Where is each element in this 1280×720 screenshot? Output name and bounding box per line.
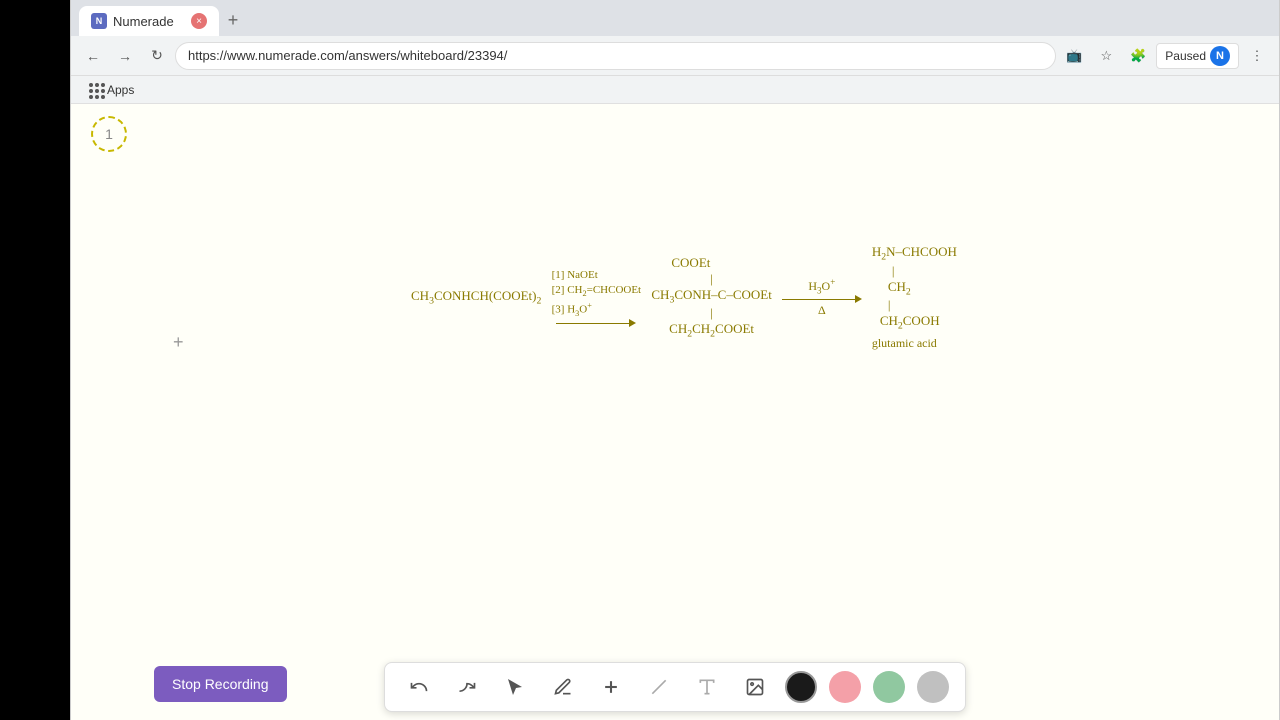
apps-icon (89, 83, 103, 97)
product-structure: H2N–CHCOOH | CH2 | CH2COOH glutamic acid (872, 244, 957, 351)
left-black-bar (0, 0, 70, 720)
intermediate-structure: COOEt | CH3CONH–C–COOEt | CH2CH2COOEt (651, 255, 771, 340)
color-pink[interactable] (829, 671, 861, 703)
page-number-indicator: 1 (91, 116, 127, 152)
add-element-button[interactable] (593, 669, 629, 705)
paused-label: Paused (1165, 49, 1206, 63)
menu-icon[interactable]: ⋮ (1243, 42, 1271, 70)
forward-button[interactable]: → (111, 42, 139, 70)
tab-bar: N Numerade × + (71, 0, 1279, 36)
reaction-diagram: CH3CONHCH(COOEt)2 [1] NaOEt [2] CH2=CHCO… (411, 244, 957, 351)
color-black[interactable] (785, 671, 817, 703)
page-content: 1 + CH3CONHCH(COOEt)2 [1] NaOEt [2] CH2=… (71, 104, 1279, 720)
bookmark-icon[interactable]: ☆ (1092, 42, 1120, 70)
url-bar[interactable]: https://www.numerade.com/answers/whitebo… (175, 42, 1056, 70)
image-tool-button[interactable] (737, 669, 773, 705)
extensions-icon[interactable]: 🧩 (1124, 42, 1152, 70)
apps-bookmark[interactable]: Apps (83, 81, 140, 99)
tab-label: Numerade (113, 14, 174, 29)
reaction-arrow-box: [1] NaOEt [2] CH2=CHCOOEt [3] H3O+ (551, 268, 641, 328)
color-gray[interactable] (917, 671, 949, 703)
tab-close-button[interactable]: × (191, 13, 207, 29)
account-badge[interactable]: Paused N (1156, 43, 1239, 69)
redo-button[interactable] (449, 669, 485, 705)
cast-icon[interactable]: 📺 (1060, 42, 1088, 70)
undo-button[interactable] (401, 669, 437, 705)
apps-label: Apps (107, 83, 134, 97)
reaction-arrow (556, 319, 636, 327)
active-tab[interactable]: N Numerade × (79, 6, 219, 36)
reactant-text: CH3CONHCH(COOEt)2 (411, 288, 541, 307)
bookmarks-bar: Apps (71, 76, 1279, 104)
canvas-add-button[interactable]: + (173, 332, 184, 353)
stop-recording-button[interactable]: Stop Recording (154, 666, 287, 702)
new-tab-button[interactable]: + (219, 6, 247, 34)
browser-window: N Numerade × + ← → ↻ https://www.numerad… (70, 0, 1280, 720)
back-button[interactable]: ← (79, 42, 107, 70)
reagents-text: [1] NaOEt [2] CH2=CHCOOEt [3] H3O+ (552, 268, 641, 320)
h3o-arrow-box: H3O+ Δ (782, 277, 862, 318)
pencil-tool-button[interactable] (545, 669, 581, 705)
text-tool-button[interactable] (689, 669, 725, 705)
avatar: N (1210, 46, 1230, 66)
address-bar: ← → ↻ https://www.numerade.com/answers/w… (71, 36, 1279, 76)
drawing-toolbar (384, 662, 966, 712)
url-text: https://www.numerade.com/answers/whitebo… (188, 48, 507, 63)
h3o-arrow (782, 295, 862, 303)
color-green[interactable] (873, 671, 905, 703)
refresh-button[interactable]: ↻ (143, 42, 171, 70)
select-tool-button[interactable] (497, 669, 533, 705)
toolbar-right: 📺 ☆ 🧩 Paused N ⋮ (1060, 42, 1271, 70)
line-tool-button[interactable] (641, 669, 677, 705)
tab-favicon: N (91, 13, 107, 29)
